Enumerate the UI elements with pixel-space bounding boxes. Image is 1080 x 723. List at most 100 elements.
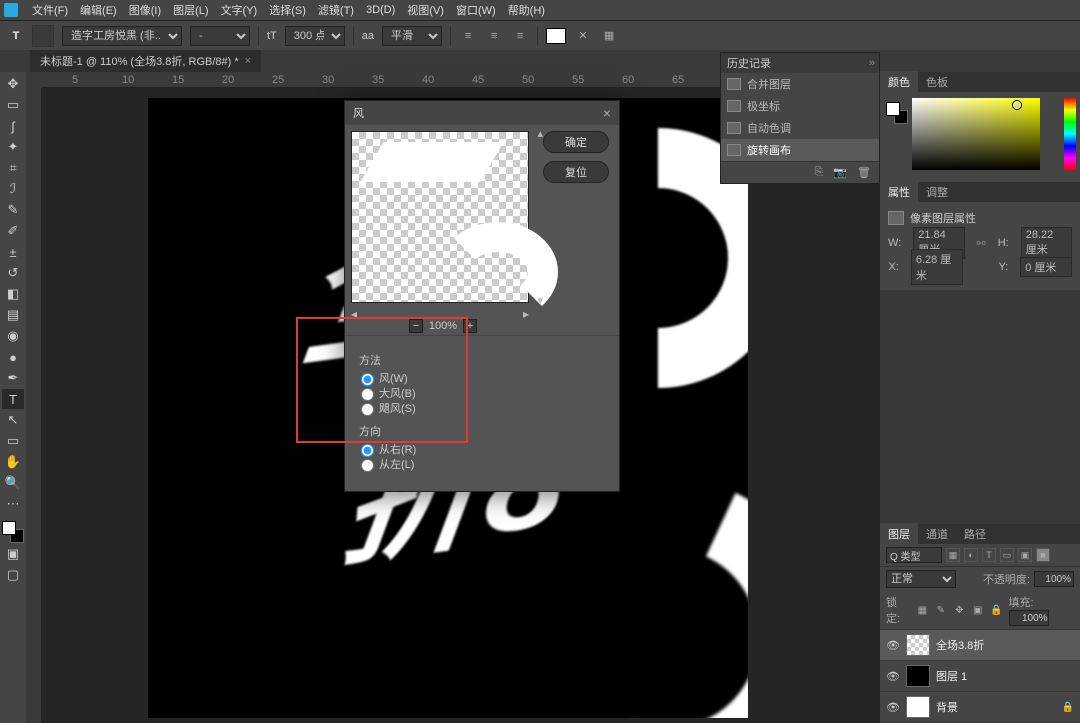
layer-name[interactable]: 图层 1: [936, 668, 1074, 684]
pen-tool-icon[interactable]: ✒: [2, 368, 24, 388]
eraser-tool-icon[interactable]: ◧: [2, 284, 24, 304]
preview-scroll-up-icon[interactable]: ▴: [537, 127, 543, 140]
menu-filter[interactable]: 滤镜(T): [312, 2, 360, 18]
tool-preset-picker[interactable]: [32, 25, 54, 47]
layer-thumb[interactable]: [906, 634, 930, 656]
y-value[interactable]: 0 厘米: [1020, 257, 1072, 277]
preview-scroll-down-icon[interactable]: ▾: [537, 294, 543, 307]
tab-color[interactable]: 颜色: [880, 71, 918, 93]
zoom-out-button[interactable]: −: [409, 319, 423, 333]
layer-name[interactable]: 全场3.8折: [936, 637, 1074, 653]
wand-tool-icon[interactable]: ✦: [2, 137, 24, 157]
close-tab-icon[interactable]: ×: [245, 55, 251, 67]
method-blast-radio[interactable]: 大风(B): [361, 387, 605, 402]
history-item[interactable]: 合并图层: [721, 73, 879, 95]
hand-tool-icon[interactable]: ✋: [2, 452, 24, 472]
h-value[interactable]: 28.22 厘米: [1021, 227, 1072, 259]
layer-thumb[interactable]: [906, 665, 930, 687]
lasso-tool-icon[interactable]: ʃ: [2, 116, 24, 136]
visibility-icon[interactable]: 👁: [886, 639, 900, 652]
marquee-tool-icon[interactable]: ▭: [2, 95, 24, 115]
color-marker-icon[interactable]: [1012, 100, 1022, 110]
layer-item[interactable]: 👁 背景 🔒: [880, 692, 1080, 723]
blur-tool-icon[interactable]: ◉: [2, 326, 24, 346]
filter-adjust-icon[interactable]: ◐: [964, 548, 978, 562]
hist-delete-icon[interactable]: 🗑: [857, 166, 871, 179]
hist-snapshot-icon[interactable]: 📷: [833, 166, 847, 179]
menu-help[interactable]: 帮助(H): [502, 2, 551, 18]
menu-file[interactable]: 文件(F): [26, 2, 74, 18]
reset-button[interactable]: 复位: [543, 161, 609, 183]
quickmask-icon[interactable]: ▣: [2, 544, 24, 564]
crop-tool-icon[interactable]: ⌗: [2, 158, 24, 178]
method-wind-radio[interactable]: 风(W): [361, 372, 605, 387]
fill-input[interactable]: [1009, 610, 1049, 626]
x-value[interactable]: 6.28 厘米: [911, 249, 963, 285]
history-item[interactable]: 自动色调: [721, 117, 879, 139]
filter-toggle-icon[interactable]: ■: [1036, 548, 1050, 562]
layer-item[interactable]: 👁 图层 1: [880, 661, 1080, 692]
dodge-tool-icon[interactable]: ●: [2, 347, 24, 367]
align-center-icon[interactable]: ≡: [485, 27, 503, 45]
dir-left-radio[interactable]: 从左(L): [361, 458, 605, 473]
move-tool-icon[interactable]: ✥: [2, 74, 24, 94]
layer-item[interactable]: 👁 全场3.8折: [880, 630, 1080, 661]
history-item[interactable]: 极坐标: [721, 95, 879, 117]
lock-all-icon[interactable]: 🔒: [990, 604, 1002, 617]
visibility-icon[interactable]: 👁: [886, 670, 900, 683]
type-tool-icon[interactable]: T: [2, 389, 24, 409]
extra-tool-icon[interactable]: ⋯: [2, 494, 24, 514]
align-left-icon[interactable]: ≡: [459, 27, 477, 45]
screenmode-icon[interactable]: ▢: [2, 565, 24, 585]
filter-preview[interactable]: [351, 131, 529, 303]
brush-tool-icon[interactable]: ✐: [2, 221, 24, 241]
menu-select[interactable]: 选择(S): [263, 2, 312, 18]
document-tab[interactable]: 未标题-1 @ 110% (全场3.8折, RGB/8#) * ×: [30, 50, 261, 72]
tab-paths[interactable]: 路径: [956, 523, 994, 545]
filter-shape-icon[interactable]: ▭: [1000, 548, 1014, 562]
tab-properties[interactable]: 属性: [880, 181, 918, 203]
dialog-titlebar[interactable]: 风 ×: [345, 101, 619, 125]
lock-artboard-icon[interactable]: ▣: [972, 604, 984, 617]
tab-layers[interactable]: 图层: [880, 523, 918, 545]
menu-view[interactable]: 视图(V): [401, 2, 450, 18]
history-brush-tool-icon[interactable]: ↺: [2, 263, 24, 283]
fg-color-swatch[interactable]: [2, 521, 16, 535]
close-dialog-icon[interactable]: ×: [603, 105, 611, 121]
menu-image[interactable]: 图像(I): [123, 2, 167, 18]
lock-pos-icon[interactable]: ✥: [953, 604, 965, 617]
panel-collapse-icon[interactable]: »: [869, 57, 873, 69]
layer-filter-input[interactable]: [886, 547, 942, 563]
preview-scroll-left-icon[interactable]: ◂: [351, 307, 357, 321]
lock-paint-icon[interactable]: ✎: [935, 604, 947, 617]
font-size-select[interactable]: 300 点: [285, 26, 345, 46]
stamp-tool-icon[interactable]: ±: [2, 242, 24, 262]
layer-name[interactable]: 背景: [936, 699, 1056, 715]
text-color-swatch[interactable]: [546, 28, 566, 44]
path-select-tool-icon[interactable]: ↖: [2, 410, 24, 430]
menu-edit[interactable]: 编辑(E): [74, 2, 123, 18]
tab-channels[interactable]: 通道: [918, 523, 956, 545]
align-right-icon[interactable]: ≡: [511, 27, 529, 45]
font-family-select[interactable]: 造字工房悦黑 (非...: [62, 26, 182, 46]
menu-window[interactable]: 窗口(W): [450, 2, 502, 18]
color-fgbg-swatches[interactable]: [886, 102, 908, 124]
zoom-tool-icon[interactable]: 🔍: [2, 473, 24, 493]
anti-alias-select[interactable]: 平滑: [382, 26, 442, 46]
menu-layer[interactable]: 图层(L): [167, 2, 214, 18]
font-style-select[interactable]: -: [190, 26, 250, 46]
lock-pixel-icon[interactable]: ▦: [916, 604, 928, 617]
heal-tool-icon[interactable]: ✎: [2, 200, 24, 220]
eyedropper-tool-icon[interactable]: ℐ: [2, 179, 24, 199]
hist-new-doc-icon[interactable]: ⎘: [815, 166, 824, 179]
hue-slider[interactable]: [1064, 98, 1076, 170]
filter-type-icon[interactable]: T: [982, 548, 996, 562]
visibility-icon[interactable]: 👁: [886, 701, 900, 714]
filter-image-icon[interactable]: ▦: [946, 548, 960, 562]
blend-mode-select[interactable]: 正常: [886, 570, 956, 588]
tab-swatches[interactable]: 色板: [918, 71, 956, 93]
filter-smart-icon[interactable]: ▣: [1018, 548, 1032, 562]
menu-3d[interactable]: 3D(D): [360, 4, 401, 16]
tab-adjustments[interactable]: 调整: [918, 181, 956, 203]
opacity-input[interactable]: [1034, 571, 1074, 587]
